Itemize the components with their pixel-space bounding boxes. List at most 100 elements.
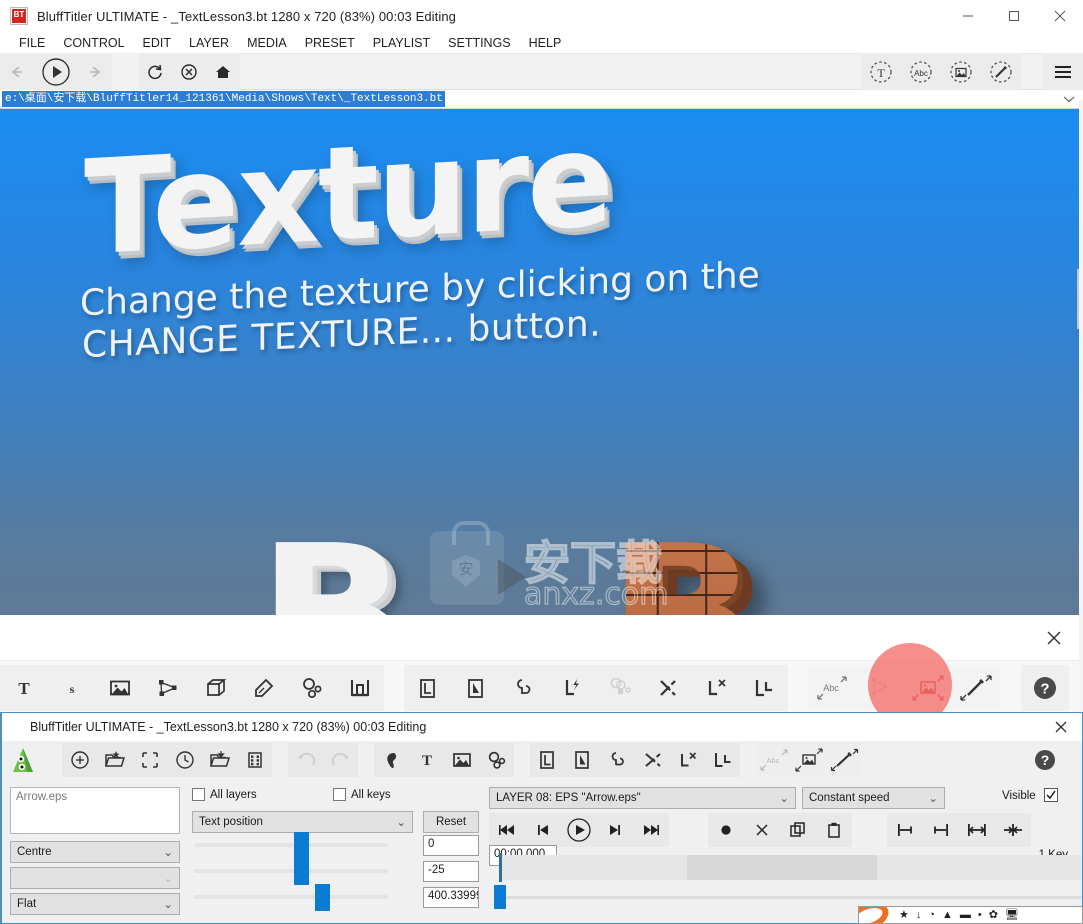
- close-layer-icon[interactable]: [692, 665, 740, 711]
- slider-thumb-z[interactable]: [315, 884, 330, 911]
- reset-button[interactable]: Reset: [423, 811, 479, 833]
- home-icon[interactable]: [206, 53, 240, 90]
- text-layer-icon[interactable]: T: [409, 743, 444, 777]
- visible-checkbox[interactable]: [1044, 788, 1058, 802]
- copy-key-icon[interactable]: [780, 813, 816, 847]
- slider-track-z[interactable]: [194, 895, 388, 899]
- stop-icon[interactable]: [172, 53, 206, 90]
- minimize-button[interactable]: [945, 0, 991, 32]
- camera-layer-icon[interactable]: [374, 743, 409, 777]
- particle-tool-icon[interactable]: [288, 665, 336, 711]
- all-keys-checkbox[interactable]: All keys: [333, 788, 391, 801]
- skip-to-start-icon[interactable]: [489, 813, 525, 847]
- play-button-2[interactable]: [561, 813, 597, 847]
- forward-arrow-icon[interactable]: [78, 53, 112, 90]
- redo-icon[interactable]: [323, 743, 358, 777]
- cycle-layer-icon[interactable]: [500, 665, 548, 711]
- record-key-icon[interactable]: [708, 813, 744, 847]
- play-button[interactable]: [34, 53, 78, 90]
- refresh-icon[interactable]: [138, 53, 172, 90]
- save-show-icon[interactable]: [202, 743, 237, 777]
- shading-select[interactable]: Flat ⌄: [10, 893, 180, 915]
- picture-layer-tool-icon[interactable]: [941, 53, 981, 90]
- maximize-button[interactable]: [991, 0, 1037, 32]
- abc-layer-tool-icon[interactable]: Abc: [901, 53, 941, 90]
- menu-help[interactable]: HELP: [520, 34, 571, 52]
- merge-layer-icon[interactable]: [596, 665, 644, 711]
- delete-key-icon[interactable]: [744, 813, 780, 847]
- cube-tool-icon[interactable]: [192, 665, 240, 711]
- timeline-scroll-thumb[interactable]: [494, 885, 506, 909]
- slider-track-x[interactable]: [194, 843, 388, 847]
- set-out-point-icon[interactable]: [923, 813, 959, 847]
- superscript-tool-icon[interactable]: s: [48, 665, 96, 711]
- undo-icon[interactable]: [288, 743, 323, 777]
- stack-layer-icon-2[interactable]: [705, 743, 740, 777]
- effect-media-tool-icon[interactable]: [952, 665, 1000, 711]
- expand-range-icon[interactable]: [959, 813, 995, 847]
- menu-file[interactable]: FILE: [10, 34, 54, 52]
- timeline-segment[interactable]: [687, 855, 877, 880]
- crop-show-icon[interactable]: [132, 743, 167, 777]
- properties-close-button[interactable]: [1050, 717, 1072, 737]
- delete-layer-icon[interactable]: [452, 665, 500, 711]
- brush-tool-icon[interactable]: [240, 665, 288, 711]
- stack-layer-icon[interactable]: [740, 665, 788, 711]
- recent-show-icon[interactable]: [167, 743, 202, 777]
- menu-layer[interactable]: LAYER: [180, 34, 238, 52]
- value-y-field[interactable]: -25: [423, 861, 479, 882]
- plot-tool-icon[interactable]: [336, 665, 384, 711]
- abc-media-tool-icon[interactable]: Abc: [808, 665, 856, 711]
- interpolation-select[interactable]: Constant speed ⌄: [802, 787, 945, 809]
- timeline-cursor[interactable]: [499, 853, 502, 882]
- render-video-icon[interactable]: [237, 743, 272, 777]
- menu-control[interactable]: CONTROL: [54, 34, 133, 52]
- model-tool-icon[interactable]: [144, 665, 192, 711]
- next-frame-icon[interactable]: [597, 813, 633, 847]
- slider-thumb-x[interactable]: [294, 832, 309, 859]
- menu-edit[interactable]: EDIT: [134, 34, 180, 52]
- path-input[interactable]: e:\桌面\安下载\BluffTitler14_121361\Media\Sho…: [2, 91, 445, 107]
- cycle-layer-icon-2[interactable]: [600, 743, 635, 777]
- all-layers-checkbox[interactable]: All layers: [192, 788, 257, 801]
- preview-canvas[interactable]: Texture Change the texture by clicking o…: [0, 109, 1083, 615]
- chevron-down-icon[interactable]: [1063, 92, 1075, 106]
- previous-frame-icon[interactable]: [525, 813, 561, 847]
- model-media-tool-icon[interactable]: [856, 665, 904, 711]
- path-bar[interactable]: e:\桌面\安下载\BluffTitler14_121361\Media\Sho…: [0, 90, 1083, 109]
- layer-select[interactable]: LAYER 08: EPS "Arrow.eps" ⌄: [489, 787, 796, 809]
- effect-media-tool-icon-2[interactable]: [826, 743, 861, 777]
- align-select[interactable]: Centre ⌄: [10, 841, 180, 863]
- value-z-field[interactable]: 400.339996: [423, 887, 479, 908]
- menu-playlist[interactable]: PLAYLIST: [364, 34, 439, 52]
- duplicate-layer-icon[interactable]: [404, 665, 452, 711]
- particle-layer-icon[interactable]: [479, 743, 514, 777]
- slider-track-y[interactable]: [194, 869, 388, 873]
- hamburger-menu-icon[interactable]: [1043, 53, 1083, 90]
- open-show-icon[interactable]: [97, 743, 132, 777]
- menu-preset[interactable]: PRESET: [296, 34, 364, 52]
- picture-tool-icon[interactable]: [96, 665, 144, 711]
- paste-key-icon[interactable]: [816, 813, 852, 847]
- abc-media-tool-icon-2[interactable]: Abc: [756, 743, 791, 777]
- split-layer-icon-2[interactable]: [635, 743, 670, 777]
- text-layer-tool-icon[interactable]: T: [861, 53, 901, 90]
- picture-media-tool-icon-2[interactable]: [791, 743, 826, 777]
- back-arrow-icon[interactable]: [0, 53, 34, 90]
- slider-thumb-y[interactable]: [294, 858, 309, 885]
- new-show-icon[interactable]: [62, 743, 97, 777]
- menu-media[interactable]: MEDIA: [238, 34, 296, 52]
- set-in-point-icon[interactable]: [887, 813, 923, 847]
- split-layer-icon[interactable]: [644, 665, 692, 711]
- close-button[interactable]: [1037, 0, 1083, 32]
- background-overlay-window[interactable]: ★↓◔▲▬•✿🖥: [858, 906, 1083, 924]
- duplicate-layer-icon-2[interactable]: [530, 743, 565, 777]
- text-tool-icon[interactable]: T: [0, 665, 48, 711]
- collapse-range-icon[interactable]: [995, 813, 1031, 847]
- picture-media-tool-icon[interactable]: [904, 665, 952, 711]
- property-select[interactable]: Text position ⌄: [192, 811, 413, 833]
- style-select[interactable]: ⌄: [10, 867, 180, 889]
- close-panel-button[interactable]: [1041, 625, 1067, 651]
- skip-to-end-icon[interactable]: [633, 813, 669, 847]
- flash-layer-icon[interactable]: [548, 665, 596, 711]
